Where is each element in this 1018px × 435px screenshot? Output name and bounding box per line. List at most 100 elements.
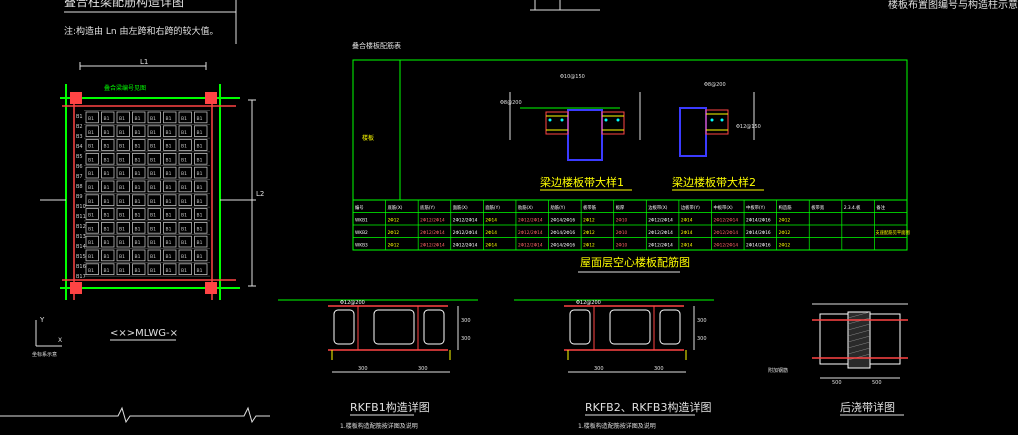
plan-cell-mark: B1 — [104, 199, 110, 205]
table-cell: 2Φ12/2Φ14 — [518, 218, 543, 224]
plan-cell-mark: B1 — [88, 254, 94, 260]
plan-cell-mark: B1 — [166, 240, 172, 246]
table-cell: 2Φ14 — [681, 230, 693, 236]
plan-row-label: B14 — [76, 244, 86, 250]
table-header-cell: 肋筋(X) — [518, 204, 533, 211]
plan-cell-mark: B1 — [197, 226, 203, 232]
plan-cell-mark: B1 — [88, 268, 94, 274]
plan-cell-mark: B1 — [181, 268, 187, 274]
plan-cell-mark: B1 — [166, 226, 172, 232]
section-dim: 300 — [461, 318, 471, 324]
plan-cell-mark: B1 — [88, 144, 94, 150]
table-remark: 支座配筋见平面图 — [875, 229, 909, 236]
table-header-cell: 边板带(X) — [648, 204, 668, 211]
plan-row-label: B15 — [76, 254, 86, 260]
plan-cell-mark: B1 — [150, 268, 156, 274]
plan-cell-mark: B1 — [119, 130, 125, 136]
table-cell: 2Φ12 — [779, 230, 791, 236]
section-dim: 300 — [697, 318, 707, 324]
table-header-cell: 肋筋(Y) — [551, 204, 566, 211]
detail-note-4: Φ8@200 — [704, 82, 726, 88]
plan-row-label: B6 — [76, 164, 83, 170]
left-note: 注:构造由 Ln 由左跨和右跨的较大值。 — [64, 25, 218, 37]
plan-beam-label: 叠合梁编号见图 — [104, 84, 146, 92]
plan-cell-mark: B1 — [88, 130, 94, 136]
plan-cell-mark: B1 — [119, 226, 125, 232]
table-cell: 2Φ12 — [583, 230, 595, 236]
detail-note-1: Φ8@200 — [500, 100, 522, 106]
cad-drawing-canvas: 叠合柱梁配筋构造详图 注:构造由 Ln 由左跨和右跨的较大值。 楼板布置图编号与… — [0, 0, 1018, 430]
table-cell: 2Φ12 — [583, 218, 595, 224]
plan-cell-mark: B1 — [119, 157, 125, 163]
section-title: RKFB1构造详图 — [350, 400, 430, 414]
plan-cell-mark: B1 — [150, 240, 156, 246]
table-header-cell: 板厚 — [616, 204, 625, 211]
detail-1: Φ8@200 Φ10@150 梁边楼板带大样1 — [500, 74, 641, 191]
plan-row-label: B13 — [76, 234, 86, 240]
table-header-cell: 板带筋 — [583, 204, 597, 211]
section-dim: 300 — [697, 336, 707, 342]
left-plan: L1 叠合梁编号见图 B1 B1 B1 B1 B1 B1 B1 B1B1 B1 B1 B1 B1 B1 B… — [40, 58, 264, 341]
table-cell: WKB1 — [355, 218, 368, 224]
table-cell: 2Φ12/2Φ14 — [713, 230, 738, 236]
plan-cell-mark: B1 — [197, 157, 203, 163]
plan-cell-mark: B1 — [135, 171, 141, 177]
table-cell: 2Φ12 — [388, 218, 400, 224]
table-cell: 2Φ14/2Φ16 — [551, 243, 576, 249]
plan-cell-mark: B1 — [197, 116, 203, 122]
plan-cell-mark: B1 — [88, 185, 94, 191]
right-title: 楼板布置图编号与构造柱示意图 — [888, 0, 1018, 11]
table-cell: 2Φ12/2Φ14 — [420, 218, 445, 224]
plan-cell-mark: B1 — [166, 157, 172, 163]
plan-caption: <×>MLWG-× — [110, 328, 178, 339]
plan-cell-mark: B1 — [88, 116, 94, 122]
plan-cell-mark: B1 — [150, 185, 156, 191]
table-header-cell: 边板带(Y) — [681, 204, 700, 211]
plan-cell-mark: B1 — [150, 213, 156, 219]
table-cell: 2Φ10 — [616, 243, 628, 249]
plan-cell-mark: B1 — [166, 254, 172, 260]
plan-cell-mark: B1 — [135, 185, 141, 191]
table-cell: 2Φ12/2Φ14 — [713, 218, 738, 224]
table-cell: 2Φ14 — [485, 218, 497, 224]
plan-row-label: B17 — [76, 274, 86, 280]
left-title: 叠合柱梁配筋构造详图 — [64, 0, 184, 9]
table-cell: 2Φ12 — [388, 243, 400, 249]
detail-2: Φ12@150 Φ8@200 梁边楼板带大样2 — [672, 82, 764, 191]
plan-cell-mark: B1 — [88, 240, 94, 246]
table-cell: 2Φ12/2Φ14 — [453, 218, 478, 224]
plan-cell-mark: B1 — [88, 157, 94, 163]
plan-cell-mark: B1 — [166, 213, 172, 219]
plan-row-label: B10 — [76, 204, 86, 210]
table-cell: WKB3 — [355, 243, 368, 249]
table-header-cell: 备注 — [876, 204, 885, 211]
plan-cell-mark: B1 — [104, 226, 110, 232]
plan-row-label: B1 — [76, 114, 83, 120]
table-cell: 2Φ14 — [681, 218, 693, 224]
plan-cell-mark: B1 — [166, 144, 172, 150]
section-note: 1.楼板构造配筋按详图及说明 — [578, 422, 656, 430]
plan-cell-mark: B1 — [166, 268, 172, 274]
section-1: Φ12@200 300 300 300 300 RKFB1构造详图 1.楼板构造配筋按详图及… — [278, 299, 478, 430]
plan-cell-mark: B1 — [181, 157, 187, 163]
plan-cell-mark: B1 — [104, 130, 110, 136]
table-cell: 2Φ10 — [616, 218, 628, 224]
table-cell: 2Φ12/2Φ14 — [420, 230, 445, 236]
plan-cell-mark: B1 — [197, 130, 203, 136]
table-cell: 2Φ14/2Φ16 — [551, 218, 576, 224]
plan-row-label: B9 — [76, 194, 83, 200]
section-dim: 300 — [594, 366, 604, 372]
table-cell: 2Φ12/2Φ14 — [648, 230, 673, 236]
section-label: 附加钢筋 — [768, 367, 788, 374]
plan-cell-mark: B1 — [181, 185, 187, 191]
plan-cell-mark: B1 — [104, 240, 110, 246]
plan-cell-mark: B1 — [197, 199, 203, 205]
plan-cell-mark: B1 — [135, 116, 141, 122]
plan-cell-mark: B1 — [119, 268, 125, 274]
plan-row-label: B11 — [76, 214, 86, 220]
plan-cell-mark: B1 — [88, 171, 94, 177]
plan-cell-mark: B1 — [135, 240, 141, 246]
table-cell: 2Φ12/2Φ14 — [648, 243, 673, 249]
section-dim: 300 — [418, 366, 428, 372]
table-cell: 2Φ12/2Φ14 — [648, 218, 673, 224]
